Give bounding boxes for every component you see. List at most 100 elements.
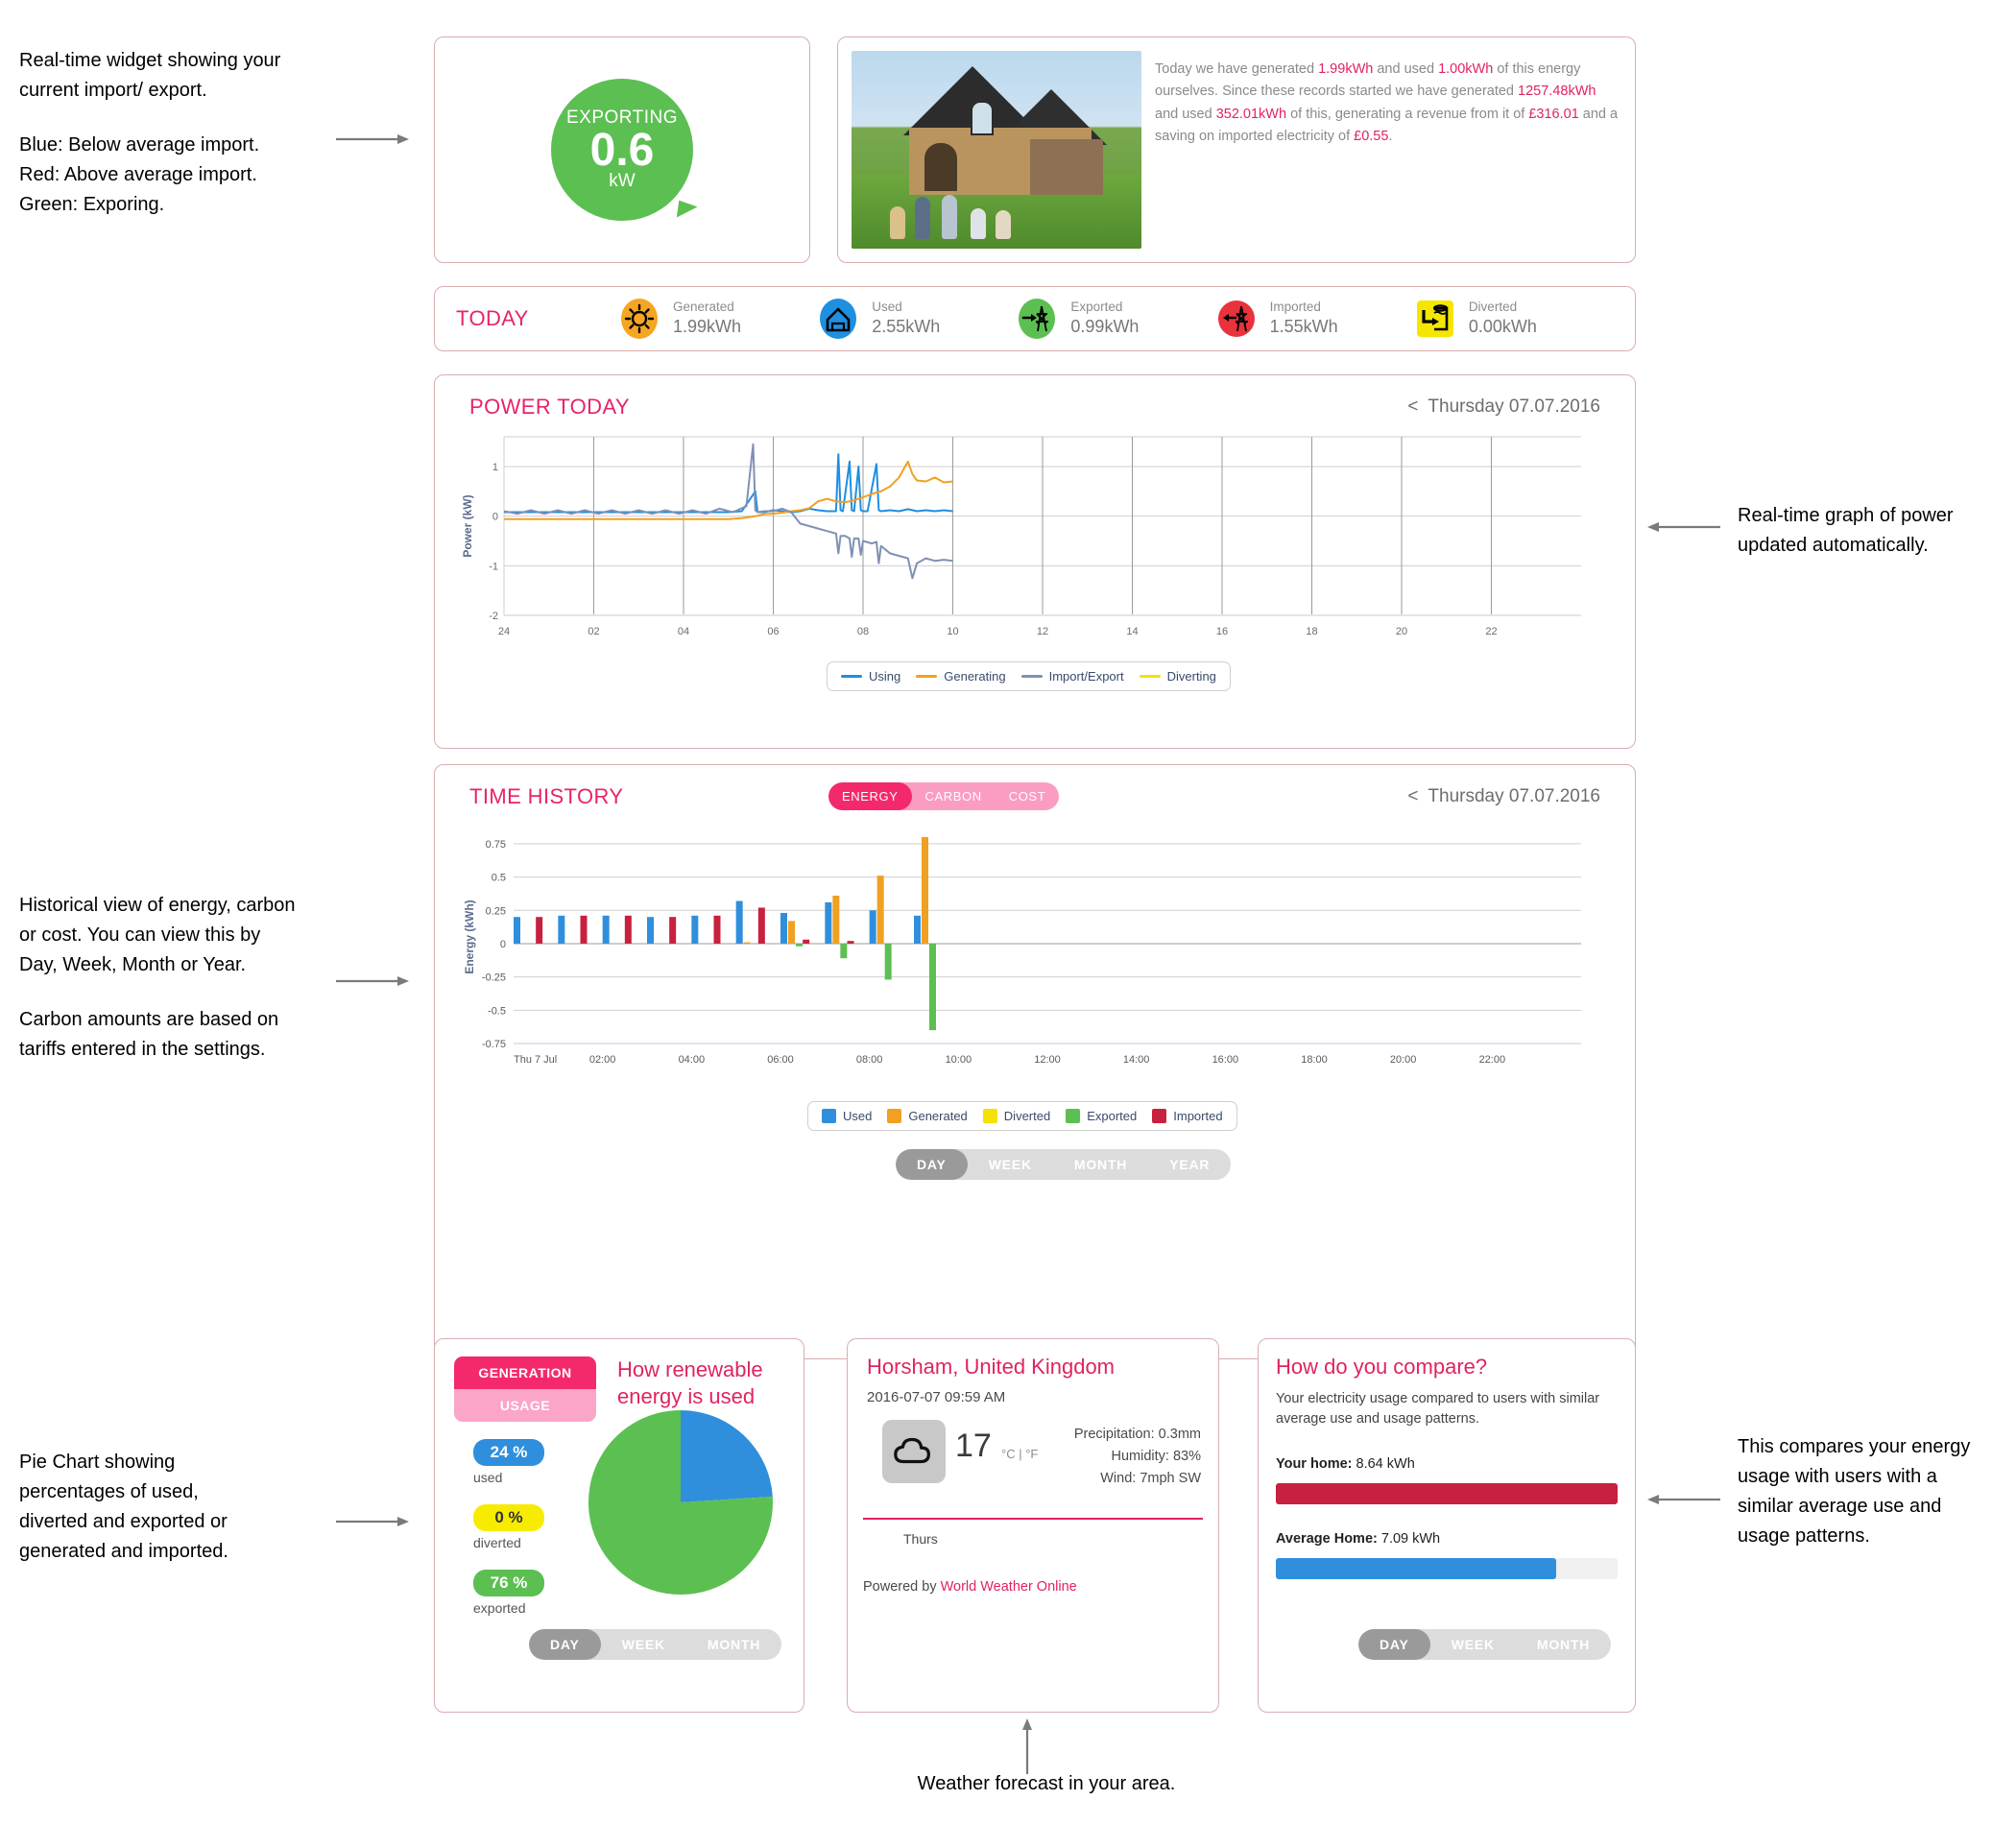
svg-text:0.5: 0.5 <box>492 873 506 884</box>
today-stat-text: Used 2.55kWh <box>872 300 940 337</box>
compare-row-label-average-home: Average Home: 7.09 kWh <box>1276 1531 1440 1547</box>
svg-text:18: 18 <box>1306 626 1317 637</box>
annotation-line: Real-time widget showing your <box>19 50 281 71</box>
tab-generation[interactable]: GENERATION <box>454 1356 596 1389</box>
compare-value: 7.09 kWh <box>1380 1531 1441 1547</box>
annotation-line: Blue: Below average import. <box>19 134 260 156</box>
legend-item-diverted[interactable]: Diverted <box>982 1109 1050 1123</box>
time-history-title: TIME HISTORY <box>469 784 624 808</box>
tab-cost[interactable]: COST <box>996 782 1060 810</box>
unit-celsius[interactable]: °C <box>1001 1447 1016 1461</box>
range-tab-week[interactable]: WEEK <box>968 1149 1053 1180</box>
weather-panel: Horsham, United Kingdom 2016-07-07 09:59… <box>847 1338 1219 1713</box>
power-today-date[interactable]: < Thursday 07.07.2016 <box>1407 396 1600 418</box>
arrow-to-widget <box>336 132 409 146</box>
prev-day-chevron-icon[interactable]: < <box>1407 396 1418 417</box>
summary-highlight: 1.99kWh <box>1318 61 1374 77</box>
annotation-line: or cost. You can view this by <box>19 924 261 946</box>
annotation-line: Red: Above average import. <box>19 164 257 185</box>
tank-icon <box>1415 299 1455 339</box>
today-stat-value: 0.99kWh <box>1070 317 1140 337</box>
metric-tab-group[interactable]: ENERGY CARBON COST <box>828 782 1060 810</box>
legend-item-imported[interactable]: Imported <box>1152 1109 1223 1123</box>
range-tab-day[interactable]: DAY <box>896 1149 968 1180</box>
cloud-icon <box>882 1420 946 1483</box>
annotation-line: usage patterns. <box>1738 1525 1870 1547</box>
annotation-power-graph: Real-time graph of power updated automat… <box>1738 501 2016 561</box>
svg-text:02: 02 <box>588 626 599 637</box>
house-photo <box>852 51 1141 249</box>
sun-icon <box>619 299 660 339</box>
compare-label-bold: Your home: <box>1276 1456 1353 1472</box>
pylon-import-icon <box>1216 299 1257 339</box>
svg-text:08:00: 08:00 <box>856 1054 883 1066</box>
pie-range-tab-week[interactable]: WEEK <box>601 1629 686 1660</box>
unit-fahrenheit[interactable]: °F <box>1025 1447 1038 1461</box>
arrow-to-pie <box>336 1515 409 1528</box>
tab-carbon[interactable]: CARBON <box>912 782 996 810</box>
tab-usage[interactable]: USAGE <box>454 1389 596 1422</box>
time-history-panel: TIME HISTORY ENERGY CARBON COST < Thursda… <box>434 764 1636 1359</box>
compare-range-tab-day[interactable]: DAY <box>1358 1629 1430 1660</box>
weather-location: Horsham, United Kingdom <box>867 1355 1116 1379</box>
today-stat-label: Diverted <box>1468 300 1518 315</box>
annotation-line: Weather forecast in your area. <box>917 1773 1176 1794</box>
compare-range-tab-month[interactable]: MONTH <box>1516 1629 1611 1660</box>
today-stat-imported: Imported 1.55kWh <box>1216 299 1415 339</box>
pie-pct-exported: 76 % <box>473 1570 544 1596</box>
legend-item-using[interactable]: Using <box>841 669 900 684</box>
unit-separator: | <box>1019 1447 1022 1461</box>
legend-item-used[interactable]: Used <box>822 1109 872 1123</box>
history-range-tab-group[interactable]: DAY WEEK MONTH YEAR <box>896 1149 1232 1180</box>
compare-range-tab-group[interactable]: DAY WEEK MONTH <box>1358 1629 1612 1660</box>
annotation-line: Historical view of energy, carbon <box>19 895 296 916</box>
svg-text:20:00: 20:00 <box>1390 1054 1417 1066</box>
annotation-pie: Pie Chart showing percentages of used, d… <box>19 1448 336 1567</box>
summary-highlight: £0.55 <box>1354 129 1389 145</box>
pie-mode-tab-group[interactable]: GENERATION USAGE <box>454 1356 596 1422</box>
today-stat-value: 1.55kWh <box>1269 317 1338 337</box>
svg-text:Energy (kWh): Energy (kWh) <box>463 900 476 973</box>
legend-item-generating[interactable]: Generating <box>916 669 1006 684</box>
annotation-line: Pie Chart showing <box>19 1452 176 1473</box>
time-history-date[interactable]: < Thursday 07.07.2016 <box>1407 786 1600 807</box>
svg-text:22: 22 <box>1485 626 1497 637</box>
realtime-unit: kW <box>609 171 636 192</box>
realtime-power-widget[interactable]: EXPORTING 0.6 kW <box>434 36 810 263</box>
weather-units[interactable]: °C | °F <box>1001 1447 1038 1461</box>
compare-bar-average-home <box>1276 1558 1556 1579</box>
svg-text:0.75: 0.75 <box>486 839 506 851</box>
range-tab-year[interactable]: YEAR <box>1148 1149 1231 1180</box>
summary-text-run: Today we have generated <box>1155 61 1319 77</box>
tab-energy[interactable]: ENERGY <box>828 782 912 810</box>
pie-range-tab-day[interactable]: DAY <box>529 1629 601 1660</box>
today-stat-label: Exported <box>1070 300 1123 315</box>
svg-text:16:00: 16:00 <box>1212 1054 1239 1066</box>
renewable-pie-chart <box>588 1410 773 1595</box>
today-stat-value: 2.55kWh <box>872 317 941 337</box>
svg-text:0.25: 0.25 <box>486 905 506 917</box>
realtime-donut: EXPORTING 0.6 kW <box>551 79 699 221</box>
pie-range-tab-month[interactable]: MONTH <box>686 1629 781 1660</box>
annotation-line: Day, Week, Month or Year. <box>19 954 247 975</box>
range-tab-month[interactable]: MONTH <box>1053 1149 1148 1180</box>
legend-item-import-export[interactable]: Import/Export <box>1020 669 1124 684</box>
pie-range-tab-group[interactable]: DAY WEEK MONTH <box>529 1629 782 1660</box>
legend-item-generated[interactable]: Generated <box>887 1109 968 1123</box>
prev-day-chevron-icon[interactable]: < <box>1407 786 1418 806</box>
home-summary-panel: Today we have generated 1.99kWh and used… <box>837 36 1636 263</box>
compare-range-tab-week[interactable]: WEEK <box>1430 1629 1516 1660</box>
svg-text:04: 04 <box>678 626 689 637</box>
pie-label-diverted: diverted <box>473 1535 521 1550</box>
weather-provider-link[interactable]: World Weather Online <box>941 1579 1077 1595</box>
weather-attribution-prefix: Powered by <box>863 1579 941 1595</box>
weather-precipitation: Precipitation: 0.3mm <box>1073 1427 1201 1442</box>
summary-highlight: 1257.48kWh <box>1518 84 1596 100</box>
arrow-to-history <box>336 974 409 988</box>
legend-item-exported[interactable]: Exported <box>1066 1109 1137 1123</box>
svg-text:12: 12 <box>1037 626 1048 637</box>
annotation-line: This compares your energy <box>1738 1436 1971 1457</box>
summary-highlight: £316.01 <box>1528 106 1579 122</box>
weather-humidity: Humidity: 83% <box>1111 1449 1201 1465</box>
legend-item-diverting[interactable]: Diverting <box>1139 669 1216 684</box>
